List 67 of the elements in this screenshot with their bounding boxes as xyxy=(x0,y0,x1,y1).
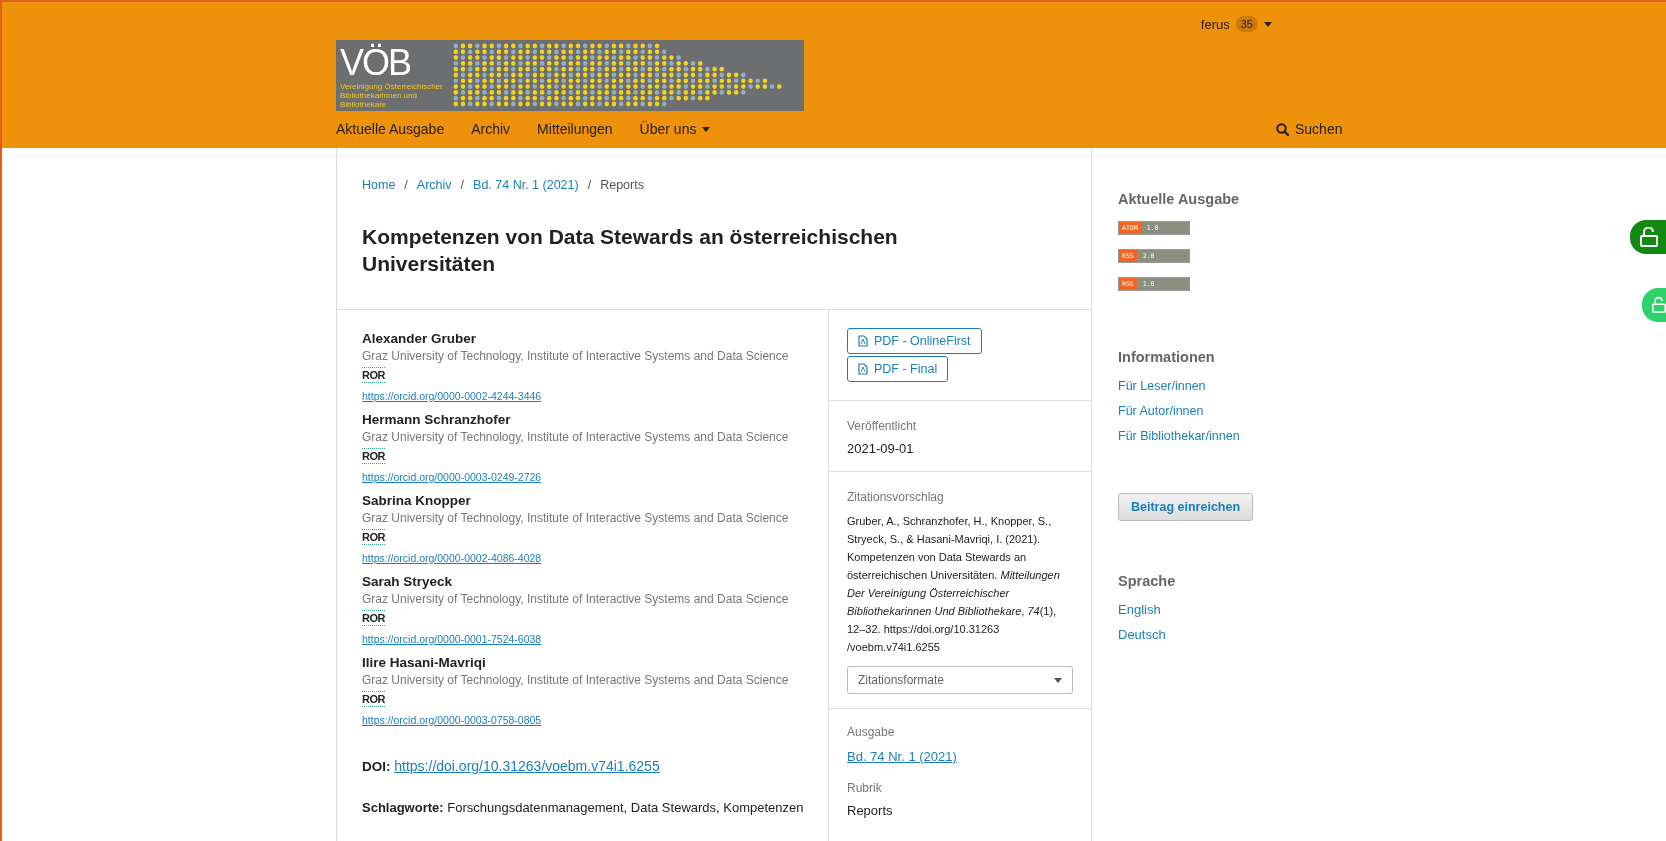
search-link[interactable]: Suchen xyxy=(1276,121,1343,137)
language-link[interactable]: Deutsch xyxy=(1118,627,1254,642)
lock-icon xyxy=(1652,295,1666,315)
author-affiliation: Graz University of Technology, Institute of Interactive Systems and Data Science xyxy=(362,348,790,365)
ror-logo[interactable]: ROR xyxy=(362,610,385,626)
breadcrumb-separator: / xyxy=(587,178,592,192)
author-affiliation: Graz University of Technology, Institute of Interactive Systems and Data Science xyxy=(362,591,790,608)
block-heading: Sprache xyxy=(1118,573,1177,589)
citation-label: Zitationsvorschlag xyxy=(847,490,945,504)
author-affiliation: Graz University of Technology, Institute of Interactive Systems and Data Science xyxy=(362,429,790,446)
author-affiliation: Graz University of Technology, Institute of Interactive Systems and Data Science xyxy=(362,510,790,527)
published-label: Veröffentlicht xyxy=(847,419,918,433)
published-date: 2021-09-01 xyxy=(847,441,915,456)
nav-link[interactable]: Mitteilungen xyxy=(537,121,613,137)
orcid-link[interactable]: https://orcid.org/0000-0002-4244-3446 xyxy=(362,390,542,402)
breadcrumb-separator: / xyxy=(460,178,465,192)
nav-link[interactable]: Über uns xyxy=(639,121,711,137)
author-affiliation: Graz University of Technology, Institute of Interactive Systems and Data Science xyxy=(362,672,790,689)
language-link[interactable]: English xyxy=(1118,602,1254,617)
citation-format-dropdown[interactable]: Zitationsformate xyxy=(847,666,1073,694)
citation-text: Gruber, A., Schranzhofer, H., Knopper, S., Stryeck, S., & Hasani-Mavriqi, I. (2021). Kompetenzen von Data Stewards an österreichischen Universitäten. Mitteilungen Der Vereinigung Österreichischer Bibliothekarinnen Und Bibliothekare, 74(1), 12–32. https://doi.org/10.31263 /voebm.v74i1.6255 xyxy=(847,514,1061,655)
lock-icon xyxy=(1640,227,1658,247)
submit-button[interactable]: Beitrag einreichen xyxy=(1118,493,1254,521)
nav-link[interactable]: Archiv xyxy=(471,121,511,137)
breadcrumb-link[interactable]: Archiv xyxy=(416,178,452,192)
breadcrumb-separator: / xyxy=(404,178,408,192)
doi-label: DOI: xyxy=(362,759,391,774)
info-link[interactable]: Für Leser/innen xyxy=(1118,379,1254,393)
author-name: Hermann Schranzhofer xyxy=(362,411,512,429)
pdf-file-icon xyxy=(858,335,868,347)
section-label: Rubrik xyxy=(847,781,883,795)
orcid-link[interactable]: https://orcid.org/0000-0003-0758-0805 xyxy=(362,714,542,726)
info-link[interactable]: Für Bibliothekar/innen xyxy=(1118,429,1254,443)
doi-link[interactable]: https://doi.org/10.31263/voebm.v74i1.6255 xyxy=(394,758,660,774)
breadcrumb-current: Reports xyxy=(600,178,644,192)
author-name: Ilire Hasani-Mavriqi xyxy=(362,654,487,672)
orcid-link[interactable]: https://orcid.org/0000-0003-0249-2726 xyxy=(362,471,542,483)
author-name: Sarah Stryeck xyxy=(362,573,454,591)
author-name: Sabrina Knopper xyxy=(362,492,472,510)
issue-link[interactable]: Bd. 74 Nr. 1 (2021) xyxy=(847,749,957,764)
site-logo[interactable]: VÖB Vereinigung Österreichischer Bibliothekarinnen und Bibliothekare xyxy=(336,40,804,111)
ror-logo[interactable]: ROR xyxy=(362,367,385,383)
article-title: Kompetenzen von Data Stewards an österreichischen Universitäten xyxy=(362,224,899,277)
block-heading: Aktuelle Ausgabe xyxy=(1118,191,1241,207)
ror-logo[interactable]: ROR xyxy=(362,691,385,707)
pdf-file-icon xyxy=(858,363,868,375)
block-heading: Informationen xyxy=(1118,349,1216,365)
issue-label: Ausgabe xyxy=(847,725,896,739)
notification-count: 35 xyxy=(1235,16,1258,32)
ror-logo[interactable]: ROR xyxy=(362,529,385,545)
author-name: Alexander Gruber xyxy=(362,330,478,348)
nav-link[interactable]: Aktuelle Ausgabe xyxy=(336,121,445,137)
pdf-button[interactable]: PDF - Final xyxy=(847,356,949,382)
orcid-link[interactable]: https://orcid.org/0000-0001-7524-6038 xyxy=(362,633,542,645)
search-icon xyxy=(1276,122,1289,136)
caret-icon xyxy=(1054,677,1062,683)
ror-logo[interactable]: ROR xyxy=(362,448,385,464)
user-menu[interactable]: ferus 35 xyxy=(1196,14,1276,34)
pdf-button[interactable]: PDF - OnlineFirst xyxy=(847,328,982,354)
section-value: Reports xyxy=(847,803,894,818)
keywords-text: Schlagworte: Forschungsdatenmanagement, Data Stewards, Kompetenzen xyxy=(362,800,805,815)
orcid-link[interactable]: https://orcid.org/0000-0002-4086-4028 xyxy=(362,552,542,564)
info-link[interactable]: Für Autor/innen xyxy=(1118,404,1254,418)
breadcrumb-link[interactable]: Home xyxy=(362,178,396,192)
breadcrumb-link[interactable]: Bd. 74 Nr. 1 (2021) xyxy=(473,178,579,192)
lock-button[interactable] xyxy=(1630,220,1666,254)
caret-icon xyxy=(1264,21,1272,27)
